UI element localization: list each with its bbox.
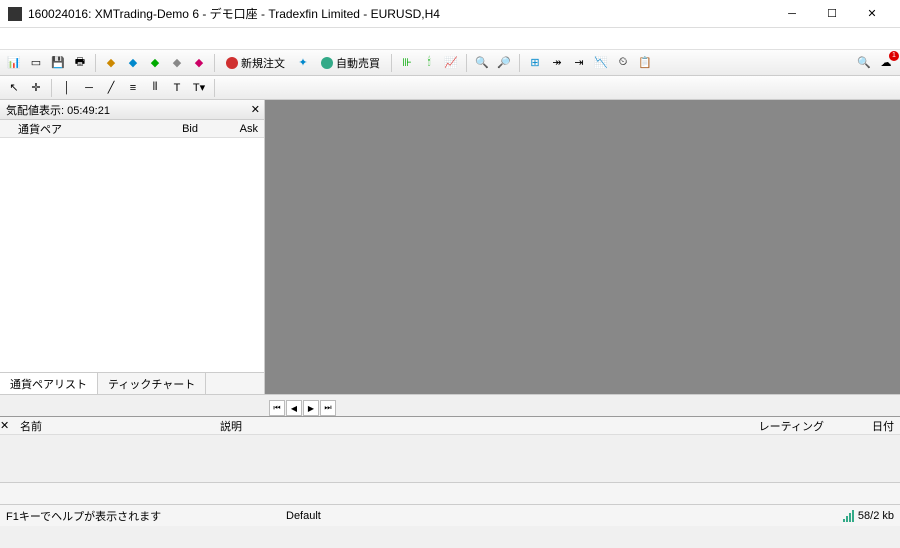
text-label-icon[interactable]: T▾ (189, 78, 209, 98)
zoom-out-icon[interactable]: 🔎 (494, 53, 514, 73)
strategy-tester-icon[interactable]: ◆ (189, 53, 209, 73)
profile-icon[interactable]: ▭ (26, 53, 46, 73)
window-title: 160024016: XMTrading-Demo 6 - デモ口座 - Tra… (28, 5, 772, 22)
quotes-header: 通貨ペア Bid Ask (0, 120, 264, 138)
minimize-button[interactable]: ─ (772, 1, 812, 27)
search-icon[interactable]: 🔍 (854, 53, 874, 73)
metaquotes-icon[interactable]: ✦ (293, 53, 313, 73)
close-button[interactable]: ✕ (852, 1, 892, 27)
new-chart-icon[interactable]: 📊 (4, 53, 24, 73)
indicators-icon[interactable]: 📉 (591, 53, 611, 73)
line-chart-icon[interactable]: 📈 (441, 53, 461, 73)
tab-tick-chart[interactable]: ティックチャート (98, 373, 206, 394)
periods-icon[interactable]: ⏲ (613, 53, 633, 73)
text-icon[interactable]: T (167, 78, 187, 98)
status-connection: 58/2 kb (843, 510, 894, 522)
maximize-button[interactable]: ☐ (812, 1, 852, 27)
market-watch-icon[interactable]: ◆ (101, 53, 121, 73)
tab-last-icon[interactable]: ⏭ (320, 400, 336, 416)
experts-close-icon[interactable]: ✕ (0, 419, 16, 432)
market-watch-header: 気配値表示: 05:49:21 ✕ (0, 100, 264, 120)
terminal-icon[interactable]: ◆ (167, 53, 187, 73)
navigator-icon[interactable]: ◆ (145, 53, 165, 73)
app-icon (8, 7, 22, 21)
tab-prev-icon[interactable]: ◀ (286, 400, 302, 416)
auto-scroll-icon[interactable]: ↠ (547, 53, 567, 73)
experts-header: ✕ 名前 説明 レーティング 日付 (0, 417, 900, 435)
zoom-in-icon[interactable]: 🔍 (472, 53, 492, 73)
tab-symbols[interactable]: 通貨ペアリスト (0, 373, 98, 394)
fibo-icon[interactable]: ⫴ (145, 78, 165, 98)
chart-shift-icon[interactable]: ⇥ (569, 53, 589, 73)
trendline-icon[interactable]: ╱ (101, 78, 121, 98)
tab-next-icon[interactable]: ▶ (303, 400, 319, 416)
autotrade-button[interactable]: 自動売買 (315, 53, 386, 73)
new-order-button[interactable]: 新規注文 (220, 53, 291, 73)
candle-chart-icon[interactable]: 🕯 (419, 53, 439, 73)
notifications-icon[interactable]: ☁1 (876, 53, 896, 73)
save-icon[interactable]: 💾 (48, 53, 68, 73)
status-help: F1キーでヘルプが表示されます (6, 508, 286, 524)
crosshair-icon[interactable]: ✛ (26, 78, 46, 98)
market-watch-close-icon[interactable]: ✕ (251, 103, 260, 116)
channel-icon[interactable]: ≡ (123, 78, 143, 98)
templates-icon[interactable]: 📋 (635, 53, 655, 73)
vline-icon[interactable]: │ (57, 78, 77, 98)
cursor-icon[interactable]: ↖ (4, 78, 24, 98)
bar-chart-icon[interactable]: ⊪ (397, 53, 417, 73)
hline-icon[interactable]: ─ (79, 78, 99, 98)
status-profile: Default (286, 510, 843, 522)
print-icon[interactable]: 🖶 (70, 53, 90, 73)
tab-first-icon[interactable]: ⏮ (269, 400, 285, 416)
data-window-icon[interactable]: ◆ (123, 53, 143, 73)
tile-windows-icon[interactable]: ⊞ (525, 53, 545, 73)
